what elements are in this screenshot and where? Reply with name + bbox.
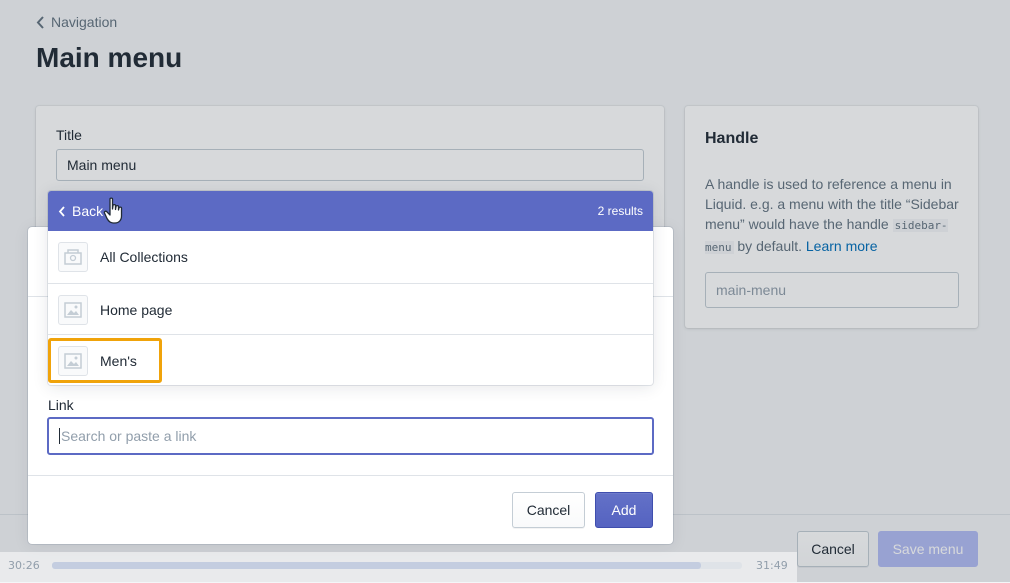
list-item-mens[interactable]: Men's <box>48 334 653 385</box>
list-item-home-page[interactable]: Home page <box>48 283 653 336</box>
image-placeholder-icon <box>58 346 88 376</box>
chevron-left-icon <box>58 205 65 217</box>
video-time-end: 31:49 <box>756 559 788 572</box>
video-progress-fill <box>52 562 701 569</box>
link-label: Link <box>48 397 74 413</box>
link-placeholder: Search or paste a link <box>61 428 197 444</box>
link-input[interactable]: Search or paste a link <box>47 417 654 455</box>
modal-add-button[interactable]: Add <box>595 492 653 528</box>
text-caret <box>59 428 60 444</box>
list-item-label: Men's <box>100 353 137 369</box>
image-placeholder-icon <box>58 295 88 325</box>
back-label: Back <box>72 203 104 219</box>
back-button[interactable]: Back <box>58 191 103 231</box>
list-item-all-collections[interactable]: All Collections <box>48 231 653 283</box>
list-item-label: Home page <box>100 302 173 318</box>
modal-divider <box>28 475 673 476</box>
video-time-start: 30:26 <box>8 559 40 572</box>
video-progress-bar[interactable] <box>52 562 742 569</box>
results-count: 2 results <box>597 204 643 218</box>
modal-cancel-button[interactable]: Cancel <box>512 492 585 528</box>
list-item-label: All Collections <box>100 249 188 265</box>
collection-icon <box>58 242 88 272</box>
link-suggestions-popover: Back 2 results All Collections Home page… <box>48 191 653 385</box>
hand-cursor-icon <box>103 197 123 224</box>
popover-header: Back 2 results <box>48 191 653 231</box>
